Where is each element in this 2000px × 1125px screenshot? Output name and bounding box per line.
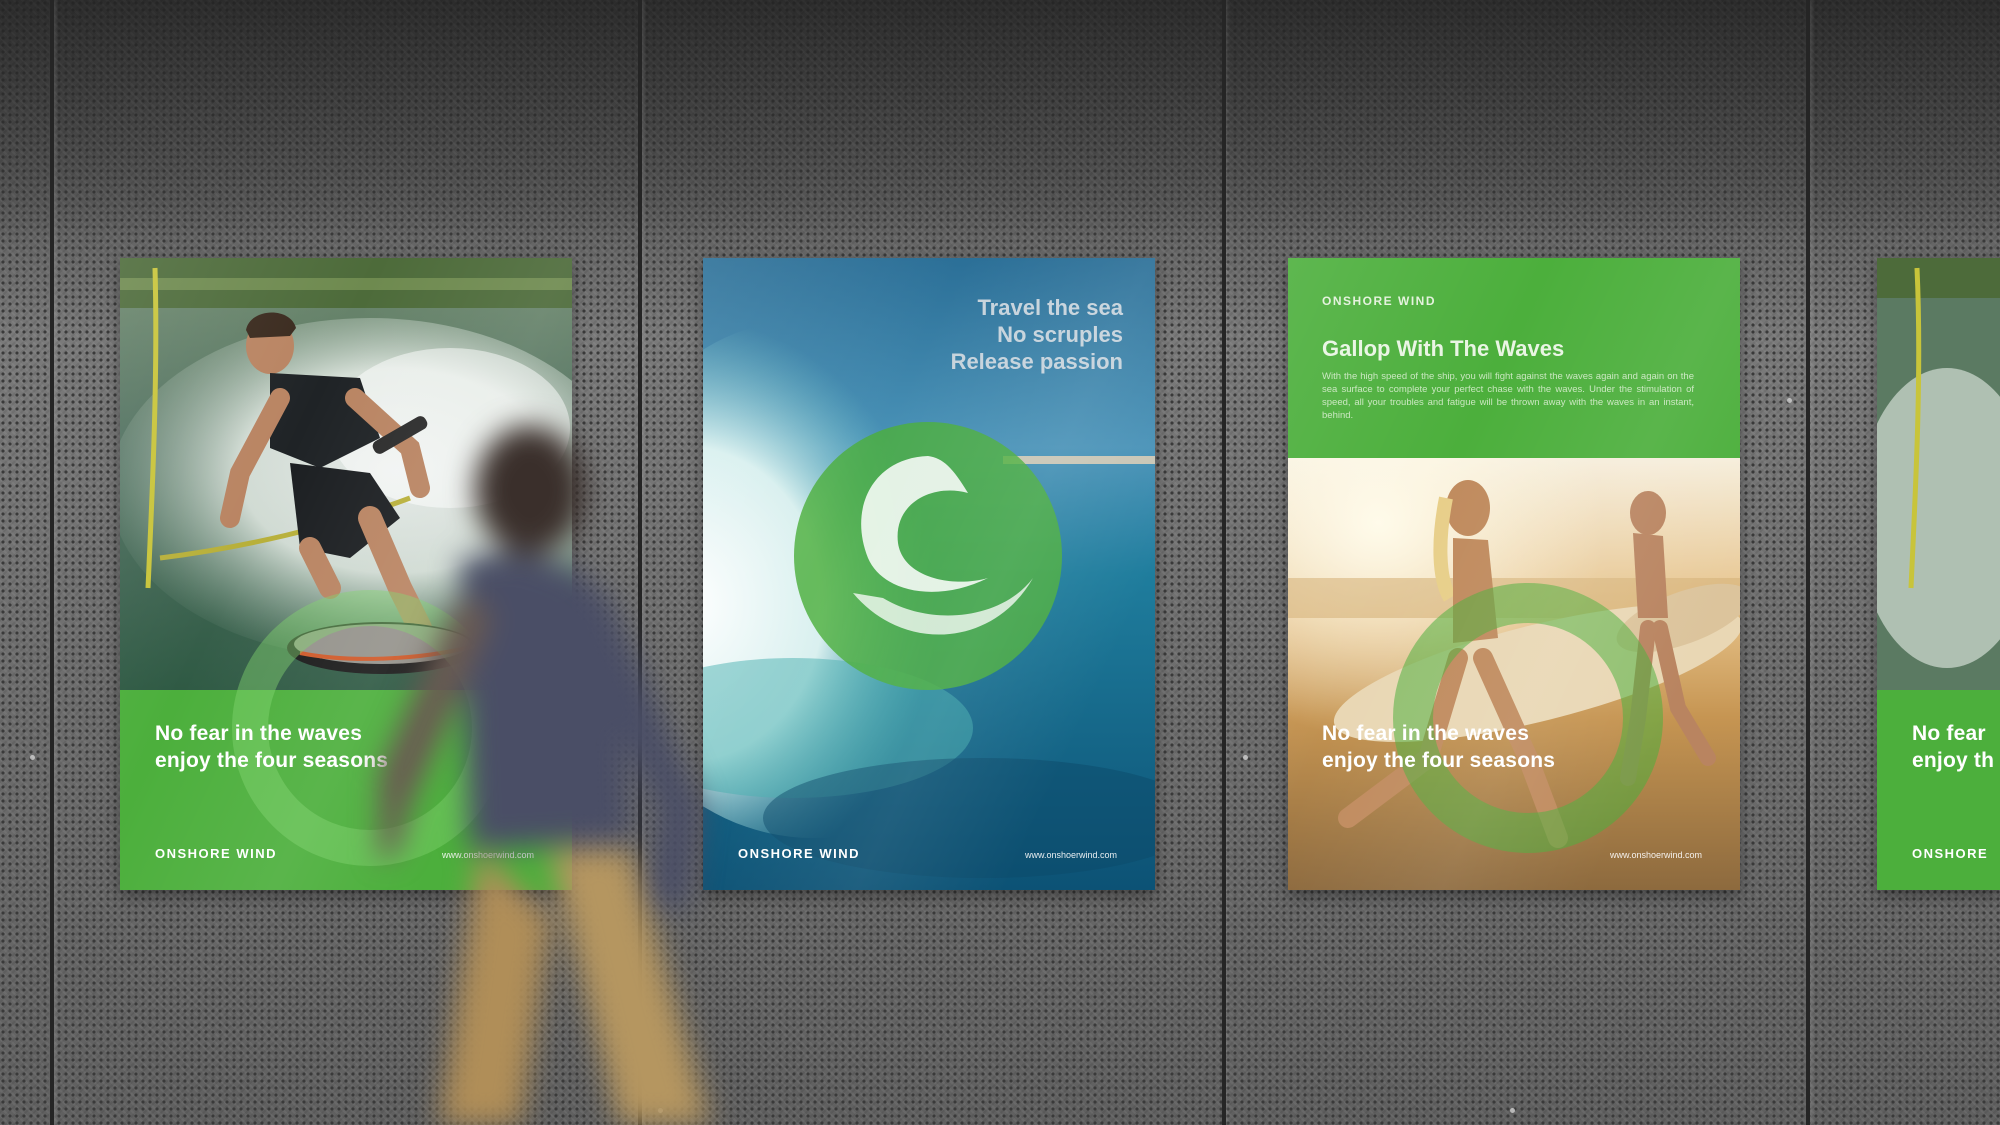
- tagline-line-1: No fear in the waves: [1322, 722, 1530, 745]
- brand-wordmark-top: ONSHORE WIND: [1322, 294, 1436, 308]
- wakeboarder-photo-partial: [1877, 258, 2000, 690]
- headline-line-2: No scruples: [997, 322, 1123, 347]
- wave-logo-watermark: [1393, 583, 1663, 853]
- overhead-shadow: [0, 0, 2000, 240]
- headline-line-1: Travel the sea: [977, 295, 1123, 320]
- tagline-line-2: enjoy the four seasons: [1322, 749, 1556, 772]
- rivet: [1510, 1108, 1515, 1113]
- tagline-line-1: No fear in the waves: [155, 722, 363, 745]
- tagline-line-1: No fear: [1912, 722, 1986, 745]
- poster-body-text: With the high speed of the ship, you wil…: [1322, 371, 1694, 421]
- rivet: [30, 755, 35, 760]
- website-url: www.onshoerwind.com: [1025, 850, 1118, 860]
- poster-surfers: ONSHORE WIND Gallop With The Waves With …: [1288, 258, 1740, 890]
- wall-seam: [1222, 0, 1226, 1125]
- poster-surfer-partial: No fear enjoy th ONSHORE: [1877, 258, 2000, 890]
- wall-seam: [1806, 0, 1810, 1125]
- headline-line-3: Release passion: [950, 349, 1123, 374]
- tagline-line-2: enjoy the four seasons: [155, 749, 389, 772]
- website-url: www.onshoerwind.com: [1610, 850, 1703, 860]
- rivet: [1243, 755, 1248, 760]
- tagline-line-2: enjoy th: [1912, 749, 1995, 772]
- headline: Travel the sea No scruples Release passi…: [951, 294, 1123, 375]
- rivet: [1787, 398, 1792, 403]
- poster-title: Gallop With The Waves: [1322, 336, 1565, 361]
- brand-wordmark: ONSHORE WIND: [155, 846, 277, 861]
- blurred-pedestrian: [380, 425, 710, 1125]
- brand-wordmark: ONSHORE: [1912, 846, 1989, 861]
- wall-seam: [50, 0, 54, 1125]
